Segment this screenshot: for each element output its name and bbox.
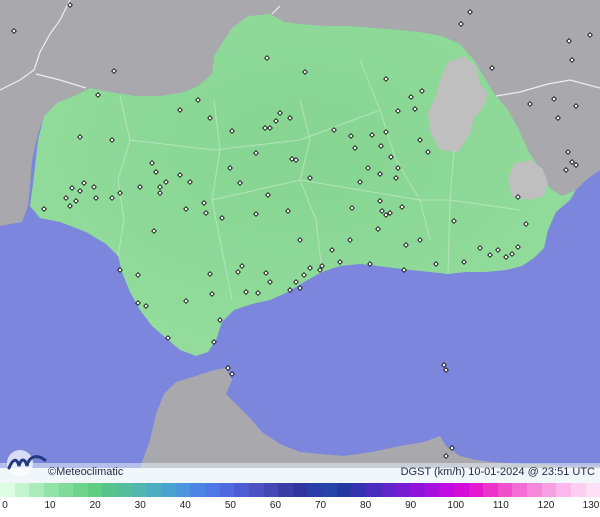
scale-label: 130 (582, 500, 600, 511)
scale-label: 50 (224, 500, 236, 511)
meteoclimatic-logo (7, 450, 47, 476)
map-info: DGST (km/h) 10-01-2024 @ 23:51 UTC (401, 466, 595, 478)
scale-label: 90 (405, 500, 417, 511)
timestamp-label: 10-01-2024 @ 23:51 UTC (468, 466, 595, 478)
color-scale-labels: 0 10 20 30 40 50 60 70 80 90 100 110 120 130 (0, 497, 600, 517)
map-view: ©Meteoclimatic DGST (km/h) 10-01-2024 @ … (0, 0, 600, 517)
scale-label: 70 (314, 500, 327, 511)
parameter-label: DGST (km/h) (400, 466, 466, 478)
credit-label: ©Meteoclimatic (48, 466, 123, 478)
map-canvas (0, 0, 600, 468)
scale-label: 30 (134, 500, 146, 511)
scale-label: 60 (269, 500, 282, 511)
copyright-symbol: © (48, 466, 57, 478)
scale-label: 40 (179, 500, 191, 511)
scale-label: 20 (89, 500, 101, 511)
credit-name: Meteoclimatic (56, 466, 124, 478)
scale-label: 100 (447, 500, 465, 511)
scale-label: 0 (2, 500, 8, 511)
scale-label: 10 (44, 500, 56, 511)
scale-label: 110 (492, 500, 509, 511)
scale-label: 80 (360, 500, 372, 511)
scale-label: 120 (537, 500, 555, 511)
